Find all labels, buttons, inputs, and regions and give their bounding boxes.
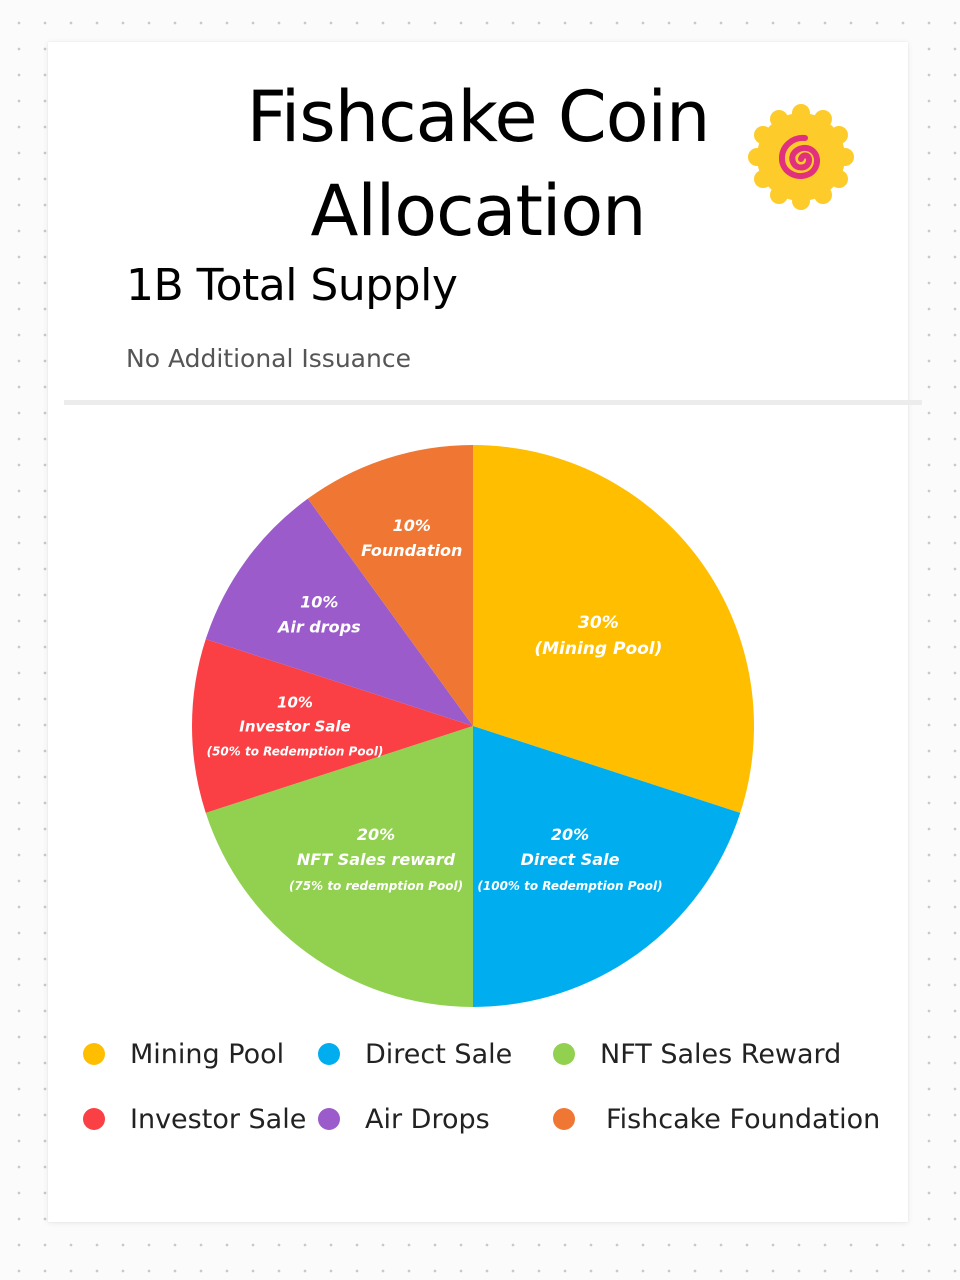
title-line-2: Allocation	[310, 170, 646, 252]
legend-item-investor-sale[interactable]: Investor Sale	[83, 1099, 306, 1139]
legend-label: NFT Sales Reward	[600, 1038, 842, 1070]
legend-swatch	[318, 1108, 340, 1130]
issuance-note: No Additional Issuance	[126, 344, 411, 373]
legend-label: Investor Sale	[130, 1103, 307, 1135]
legend-swatch	[83, 1043, 105, 1065]
legend-item-fishcake-foundation[interactable]: Fishcake Foundation	[553, 1099, 880, 1139]
legend-item-air-drops[interactable]: Air Drops	[318, 1099, 490, 1139]
legend-swatch	[553, 1108, 575, 1130]
legend-item-nft-sales-reward[interactable]: NFT Sales Reward	[553, 1034, 841, 1074]
legend-swatch	[553, 1043, 575, 1065]
legend-label: Direct Sale	[365, 1038, 513, 1070]
total-supply-heading: 1B Total Supply	[126, 260, 458, 311]
legend-label: Air Drops	[365, 1103, 490, 1135]
legend-item-direct-sale[interactable]: Direct Sale	[318, 1034, 512, 1074]
fishcake-swirl-icon	[748, 104, 854, 210]
divider	[64, 400, 922, 405]
legend-item-mining-pool[interactable]: Mining Pool	[83, 1034, 284, 1074]
legend-swatch	[83, 1108, 105, 1130]
legend-swatch	[318, 1043, 340, 1065]
legend-label: Mining Pool	[130, 1038, 285, 1070]
title-line-1: Fishcake Coin	[246, 76, 711, 158]
legend-label: Fishcake Foundation	[606, 1103, 881, 1135]
page-title: Fishcake Coin Allocation	[218, 70, 738, 258]
allocation-card: Fishcake Coin Allocation 1B Total Supply…	[48, 42, 922, 1222]
